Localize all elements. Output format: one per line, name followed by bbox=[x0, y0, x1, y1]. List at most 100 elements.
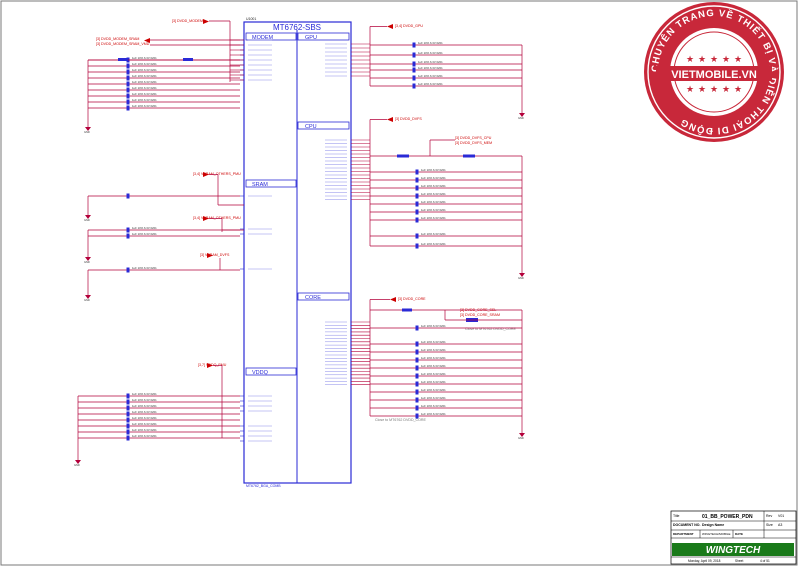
cap-label: 1uF 10% 6.3V 0201 bbox=[132, 434, 157, 438]
capacitor-banks: 1uF 10% 6.3V 02011uF 10% 6.3V 02011uF 10… bbox=[74, 20, 525, 467]
cap-label: 1uF 10% 6.3V 0201 bbox=[421, 208, 446, 212]
tb-doc: Design Name bbox=[702, 523, 724, 527]
capacitor bbox=[126, 75, 130, 81]
cap-label: 1uF 10% 6.3V 0201 bbox=[421, 356, 446, 360]
net-labels: [3] DVDD_MODEM [3] DVDD_MODEM_SRAM [3] D… bbox=[96, 19, 517, 422]
core-cap-bank: 1uF 10% 6.3V 0201 1uF 10% 6.3V 0201 1uF 10… bbox=[370, 324, 522, 419]
net-sram: [3,4] VSRAM_OTHERS_PMU bbox=[193, 172, 241, 176]
tb-date-label: DATE bbox=[735, 532, 743, 536]
capacitor bbox=[415, 413, 419, 419]
svg-text:★: ★ bbox=[722, 55, 730, 65]
cap-label: 1uF 10% 6.3V 0201 bbox=[418, 66, 443, 70]
gnd-label: GND bbox=[84, 218, 90, 222]
ferrite-bead bbox=[118, 58, 128, 61]
gnd-label: GND bbox=[84, 298, 90, 302]
cap-label: 1uF 10% 6.3V 0201 bbox=[418, 60, 443, 64]
cap-label: 1uF 10% 6.3V 0201 bbox=[421, 242, 446, 246]
cap-label: 1uF 10% 6.3V 0201 bbox=[132, 92, 157, 96]
gnd-label: GND bbox=[518, 436, 524, 440]
svg-text:GPU: GPU bbox=[305, 35, 317, 41]
svg-text:★: ★ bbox=[686, 55, 694, 65]
title-block: Title 01_BB_POWER_PDN Rev V01 DOCUMENT N… bbox=[670, 510, 797, 565]
section-gpu: GPU bbox=[297, 32, 350, 41]
gnd-label: GND bbox=[518, 276, 524, 280]
capacitor bbox=[415, 389, 419, 395]
net-sram-dvfs: [3] VSRAM_DVFS bbox=[200, 253, 230, 257]
cap-label: 1uF 10% 6.3V 0201 bbox=[132, 404, 157, 408]
sram-dvfs-cap-bank: 1uF 10% 6.3V 0201 bbox=[88, 266, 240, 273]
capacitor bbox=[415, 177, 419, 183]
section-core: CORE bbox=[297, 292, 350, 301]
cap-label: 1uF 10% 6.3V 0201 bbox=[132, 410, 157, 414]
cap-label: 1uF 10% 6.3V 0201 bbox=[132, 428, 157, 432]
cap-label: 1uF 10% 6.3V 0201 bbox=[132, 416, 157, 420]
cap-label: 1uF 10% 6.3V 0201 bbox=[132, 62, 157, 66]
capacitor bbox=[126, 267, 130, 273]
chip-pins bbox=[240, 39, 347, 442]
capacitor bbox=[415, 357, 419, 363]
cap-label: 1uF 10% 6.3V 0201 bbox=[421, 176, 446, 180]
ferrite-bead bbox=[463, 154, 475, 158]
capacitor bbox=[415, 325, 419, 331]
note-core: Close to MT6762 DVDD_CORE bbox=[465, 327, 517, 331]
tb-date: Monday, April 09, 2018 bbox=[688, 559, 721, 563]
net-modem-sub2: [3] DVDD_MODEM_SRAM_VMD bbox=[96, 42, 150, 46]
cap-label: 1uF 10% 6.3V 0201 bbox=[418, 51, 443, 55]
capacitor bbox=[415, 405, 419, 411]
chip-ref: U1001 bbox=[246, 17, 256, 21]
capacitor bbox=[126, 399, 130, 405]
ferrite-bead bbox=[183, 58, 193, 61]
cap-label: 1uF 10% 6.3V 0201 bbox=[132, 98, 157, 102]
chip-mt6762: MT6762-SBS U1001 MT6762_BGA_COMB MODEM S… bbox=[240, 17, 352, 488]
tb-title: 01_BB_POWER_PDN bbox=[702, 514, 753, 520]
cap-label: 1uF 10% 6.3V 0201 bbox=[421, 200, 446, 204]
power-arrows bbox=[144, 19, 396, 368]
sram-core-cap-bank: 1uF 10% 6.3V 0201 1uF 10% 6.3V 0201 bbox=[88, 226, 240, 239]
vddq-cap-bank: 1uF 10% 6.3V 0201 1uF 10% 6.3V 0201 1uF 10… bbox=[78, 392, 240, 441]
tb-rev-label: Rev bbox=[766, 514, 772, 518]
capacitor bbox=[412, 75, 416, 81]
capacitor bbox=[126, 233, 130, 239]
tb-size: A3 bbox=[778, 523, 782, 527]
cap-label: 1uF 10% 6.3V 0201 bbox=[132, 266, 157, 270]
cap-label: 1uF 10% 6.3V 0201 bbox=[421, 340, 446, 344]
modem-cap-bank: 1uF 10% 6.3V 0201 1uF 10% 6.3V 0201 1uF 10… bbox=[88, 56, 240, 111]
ferrite-bead bbox=[397, 154, 409, 158]
svg-text:★: ★ bbox=[710, 55, 718, 65]
cap-label: 1uF 10% 6.3V 0201 bbox=[132, 392, 157, 396]
capacitor bbox=[126, 69, 130, 75]
cap-label: 1uF 10% 6.3V 0201 bbox=[132, 226, 157, 230]
cap-label: 1uF 10% 6.3V 0201 bbox=[132, 398, 157, 402]
capacitor bbox=[412, 61, 416, 67]
tb-logo: WINGTECH bbox=[706, 545, 761, 556]
capacitor bbox=[412, 83, 416, 89]
tb-title-label: Title bbox=[673, 514, 680, 518]
capacitor bbox=[412, 67, 416, 73]
svg-text:★: ★ bbox=[698, 55, 706, 65]
gnd-label: GND bbox=[84, 260, 90, 264]
schematic-sheet: MT6762-SBS U1001 MT6762_BGA_COMB MODEM S… bbox=[0, 0, 798, 566]
net-gpu: [3,4] DVDD_GPU bbox=[395, 24, 423, 28]
capacitor bbox=[126, 405, 130, 411]
gnd-label: GND bbox=[84, 130, 90, 134]
net-core-sub2: [3] DVDD_CORE_SRAM bbox=[460, 313, 500, 317]
capacitor bbox=[126, 87, 130, 93]
tb-dept: WINGTECH/MOBILE bbox=[702, 532, 731, 536]
gpu-cap-bank: 1uF 10% 6.3V 0201 1uF 10% 6.3V 0201 1uF 10… bbox=[370, 41, 522, 89]
cap-label: 1uF 10% 6.3V 0201 bbox=[421, 192, 446, 196]
capacitor bbox=[415, 341, 419, 347]
cap-label: 1uF 10% 6.3V 0201 bbox=[421, 404, 446, 408]
cap-label: 1uF 10% 6.3V 0201 bbox=[132, 74, 157, 78]
capacitor bbox=[415, 193, 419, 199]
svg-text:SRAM: SRAM bbox=[252, 182, 268, 188]
svg-text:★: ★ bbox=[722, 85, 730, 95]
svg-text:★: ★ bbox=[698, 85, 706, 95]
cap-label: 1uF 10% 6.3V 0201 bbox=[418, 82, 443, 86]
capacitor bbox=[415, 217, 419, 223]
cap-label: 1uF 10% 6.3V 0201 bbox=[132, 80, 157, 84]
tb-rev: V01 bbox=[778, 514, 784, 518]
cap-label: 1uF 10% 6.3V 0201 bbox=[421, 348, 446, 352]
capacitor bbox=[415, 349, 419, 355]
svg-text:VDDQ: VDDQ bbox=[252, 370, 269, 376]
cap-label: 1uF 10% 6.3V 0201 bbox=[421, 372, 446, 376]
